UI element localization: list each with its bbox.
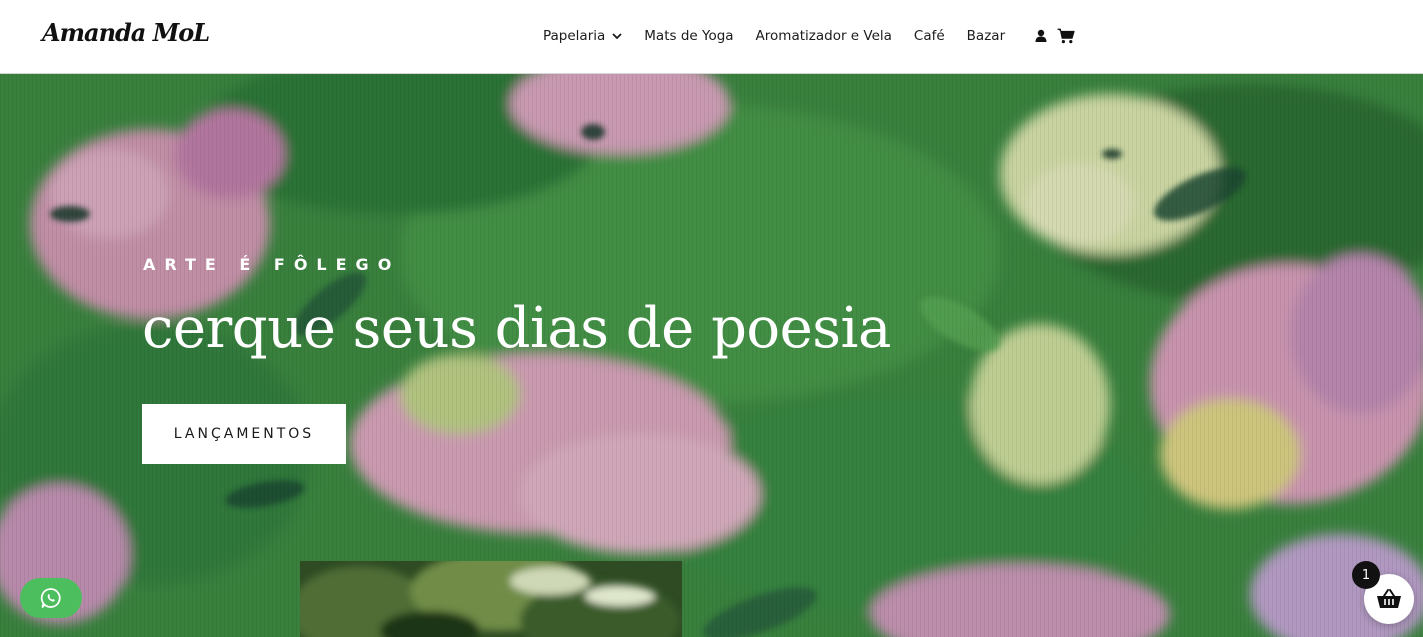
nav-item-papelaria[interactable]: Papelaria <box>543 28 622 44</box>
cart-count-badge: 1 <box>1352 561 1380 589</box>
nav-item-aromatizador-e-vela[interactable]: Aromatizador e Vela <box>756 28 892 44</box>
chevron-down-icon <box>612 32 622 40</box>
site-header: Amanda MoL Papelaria Mats de Yoga Aromat… <box>0 0 1423 74</box>
nav-item-mats-de-yoga[interactable]: Mats de Yoga <box>644 28 733 44</box>
whatsapp-button[interactable] <box>20 578 82 618</box>
product-photo[interactable] <box>300 561 682 637</box>
nav-item-bazar[interactable]: Bazar <box>967 28 1005 44</box>
nav-item-label: Papelaria <box>543 28 606 44</box>
basket-icon <box>1376 588 1402 610</box>
nav-item-label: Bazar <box>966 28 1006 44</box>
lancamentos-button[interactable]: LANÇAMENTOS <box>142 404 346 464</box>
nav-item-cafe[interactable]: Café <box>914 28 945 44</box>
hero-eyebrow: ARTE É FÔLEGO <box>143 255 401 274</box>
whatsapp-icon <box>40 587 62 609</box>
nav-item-label: Café <box>913 28 945 44</box>
plant-photo-image <box>300 561 682 637</box>
main-nav: Papelaria Mats de Yoga Aromatizador e Ve… <box>543 26 1075 46</box>
brand-logo[interactable]: Amanda MoL <box>42 18 210 47</box>
user-icon[interactable] <box>1035 29 1047 43</box>
hero-headline: cerque seus dias de poesia <box>142 296 891 361</box>
cart-icon[interactable] <box>1057 28 1075 44</box>
nav-item-label: Aromatizador e Vela <box>755 28 892 44</box>
hero-banner: ARTE É FÔLEGO cerque seus dias de poesia… <box>0 74 1423 637</box>
nav-item-label: Mats de Yoga <box>644 28 734 44</box>
nav-icons <box>1035 28 1075 44</box>
